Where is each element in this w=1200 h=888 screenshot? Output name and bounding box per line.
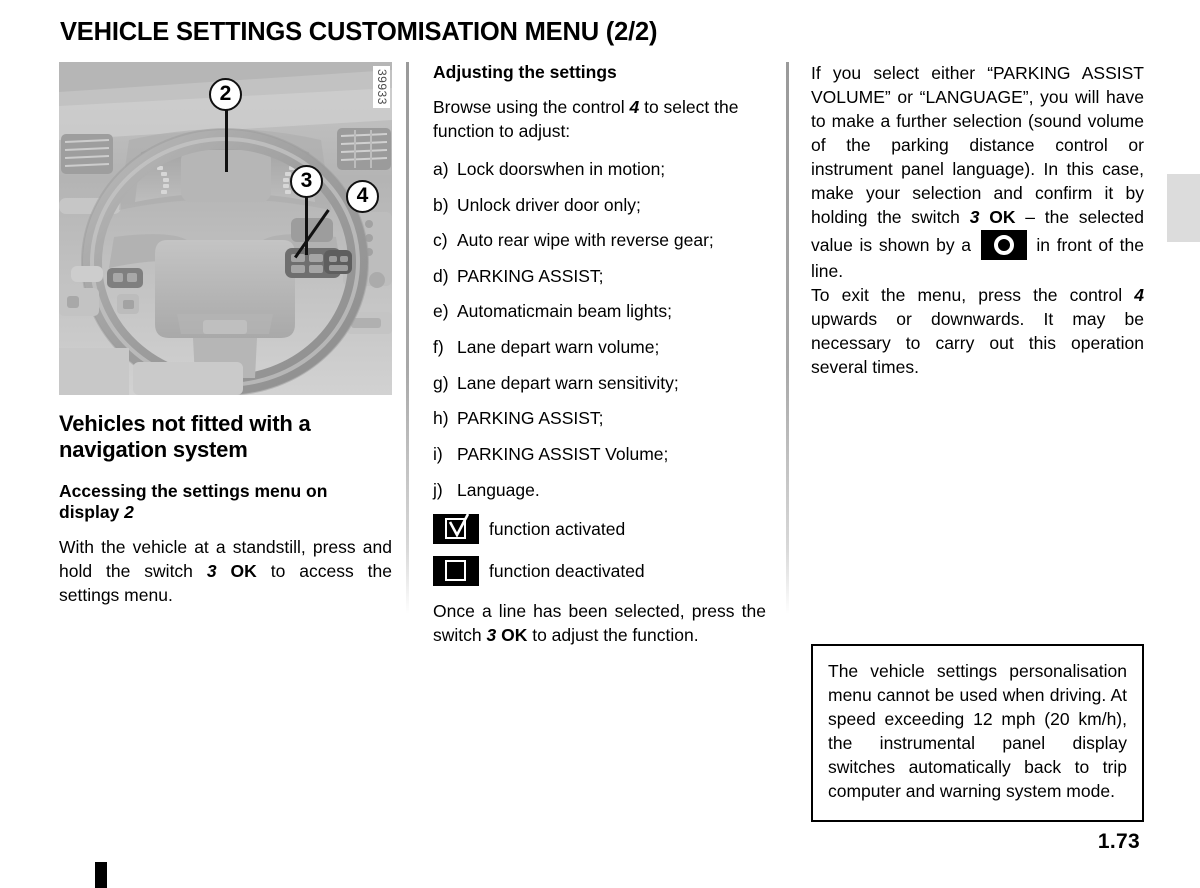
list-item-label: Language.: [457, 479, 540, 500]
list-item: f) Lane depart warn volume;: [433, 336, 766, 360]
callout-2: 2: [209, 78, 242, 111]
text-fragment: To exit the menu, press the control: [811, 284, 1135, 305]
switch-ref-3: 3: [969, 206, 980, 227]
legend-label: function activated: [489, 518, 626, 539]
switch-ref-3: 3: [206, 560, 217, 581]
figure-reference-number: 39933: [373, 66, 390, 108]
page-title: VEHICLE SETTINGS CUSTOMISATION MENU (2/2…: [60, 18, 658, 46]
list-item-marker: f): [433, 337, 444, 358]
checkbox-unchecked-icon: [433, 556, 479, 587]
control-ref-4: 4: [629, 97, 640, 117]
switch-label-ok: OK: [230, 560, 257, 581]
list-item-label: Automaticmain beam lights;: [457, 301, 672, 322]
chapter-marker: [95, 862, 107, 888]
text-fragment: to adjust the function.: [527, 625, 699, 646]
list-item-marker: a): [433, 158, 449, 179]
switch-label-ok: OK: [501, 625, 528, 646]
warning-note-text: The vehicle settings personalisation men…: [828, 661, 1127, 801]
list-item-label: PARKING ASSIST;: [457, 408, 604, 429]
list-item-label: Lock doorswhen in motion;: [457, 158, 666, 179]
list-item-label: Unlock driver door only;: [457, 194, 641, 215]
subheading-text: Accessing the settings menu on display: [59, 480, 328, 522]
column-divider-right: [786, 62, 789, 614]
callout-leader-2: [225, 110, 228, 172]
control-ref-4: 4: [1134, 284, 1144, 305]
switch-label-ok: OK: [989, 206, 1016, 227]
checkbox-checked-icon: [433, 513, 479, 545]
subheading-accessing-settings-menu: Accessing the settings menu on display 2: [59, 481, 392, 523]
selected-value-ring-icon: [980, 229, 1027, 260]
list-item: h) PARKING ASSIST;: [433, 407, 766, 431]
list-item-marker: b): [433, 194, 449, 215]
list-item-marker: c): [433, 230, 448, 251]
list-item: c) Auto rear wipe with reverse gear;: [433, 229, 766, 253]
list-item-label: Lane depart warn sensitivity;: [457, 372, 679, 393]
list-item-label: PARKING ASSIST Volume;: [457, 443, 669, 464]
list-item-marker: h): [433, 408, 449, 429]
list-item: j) Language.: [433, 479, 766, 503]
list-item: a) Lock doorswhen in motion;: [433, 158, 766, 182]
callout-4: 4: [346, 180, 379, 213]
callout-3: 3: [290, 165, 323, 198]
list-item-marker: e): [433, 301, 449, 322]
list-item: g) Lane depart warn sensitivity;: [433, 372, 766, 396]
column-right: If you select either “PARKING ASSIST VOL…: [811, 62, 1144, 380]
switch-ref-3: 3: [486, 625, 497, 646]
list-item-marker: j): [433, 479, 443, 500]
subheading-adjusting-the-settings: Adjusting the settings: [433, 62, 617, 82]
legend-function-deactivated: function deactivated: [433, 556, 766, 587]
list-item: e) Automaticmain beam lights;: [433, 300, 766, 324]
column-left: 2 3 4 39933 Vehicles not fitted with a n…: [59, 62, 392, 608]
list-item-label: Auto rear wipe with reverse gear;: [457, 230, 714, 251]
list-item-label: PARKING ASSIST;: [457, 265, 604, 286]
text-fragment: Browse using the control: [433, 97, 630, 117]
page-number: 1.73: [1097, 830, 1140, 853]
list-item-marker: g): [433, 372, 449, 393]
paragraph-accessing-settings: With the vehicle at a standstill, press …: [59, 536, 392, 608]
paragraph-once-line-selected: Once a line has been selected, press the…: [433, 600, 766, 648]
list-item: d) PARKING ASSIST;: [433, 265, 766, 289]
warning-note-box: The vehicle settings personalisation men…: [811, 644, 1144, 822]
legend-label: function deactivated: [489, 560, 645, 581]
paragraph-browse-intro: Browse using the control 4 to select the…: [433, 96, 766, 144]
column-middle: Adjusting the settings Browse using the …: [433, 62, 766, 648]
text-fragment: upwards or downwards. It may be necessar…: [811, 308, 1144, 377]
list-item-marker: i): [433, 443, 443, 464]
text-fragment: If you select either “PARKING ASSIST VOL…: [811, 63, 1144, 227]
legend-function-activated: function activated: [433, 513, 766, 545]
chapter-edge-tab: [1167, 174, 1200, 242]
paragraph-parking-assist-language: If you select either “PARKING ASSIST VOL…: [811, 62, 1144, 284]
list-item: b) Unlock driver door only;: [433, 194, 766, 218]
checkmark-glyph: [448, 513, 470, 538]
paragraph-exit-menu: To exit the menu, press the control 4 up…: [811, 284, 1144, 380]
list-item-label: Lane depart warn volume;: [457, 337, 660, 358]
figure-steering-wheel: 2 3 4 39933: [59, 62, 392, 395]
column-divider-left: [406, 62, 409, 614]
section-heading-vehicles-no-nav: Vehicles not fitted with a navigation sy…: [59, 411, 311, 462]
subheading-ref: 2: [124, 501, 134, 522]
list-item: i) PARKING ASSIST Volume;: [433, 443, 766, 467]
callout-leader-3: [305, 195, 308, 255]
list-item-marker: d): [433, 265, 449, 286]
settings-function-list: a) Lock doorswhen in motion; b) Unlock dri…: [433, 158, 766, 502]
